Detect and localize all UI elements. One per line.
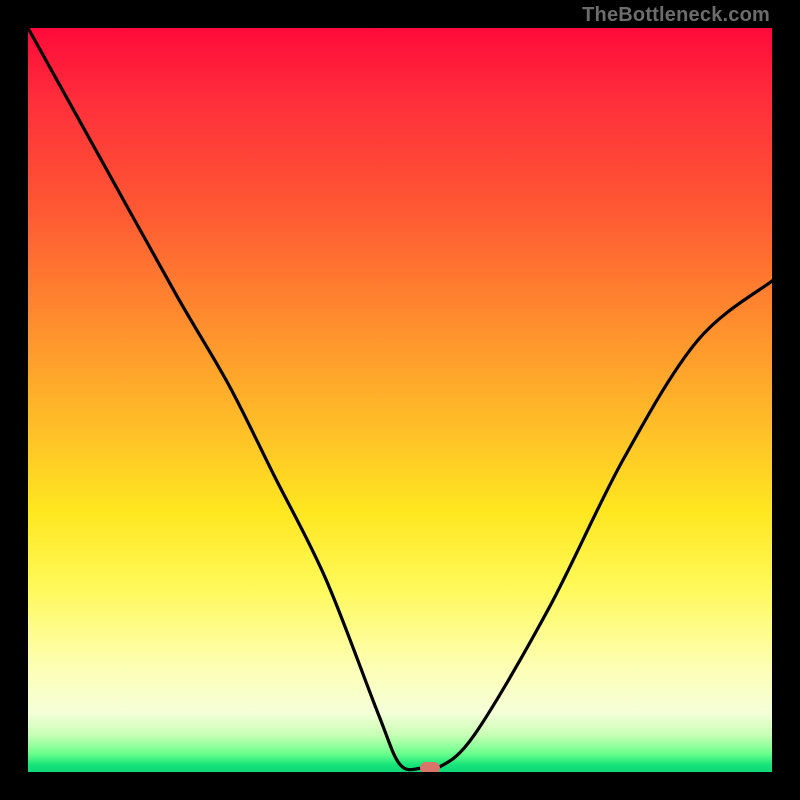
plot-area	[28, 28, 772, 772]
watermark-text: TheBottleneck.com	[582, 4, 770, 27]
min-marker	[420, 762, 440, 772]
chart-frame: TheBottleneck.com	[0, 0, 800, 800]
bottleneck-curve	[28, 28, 772, 772]
